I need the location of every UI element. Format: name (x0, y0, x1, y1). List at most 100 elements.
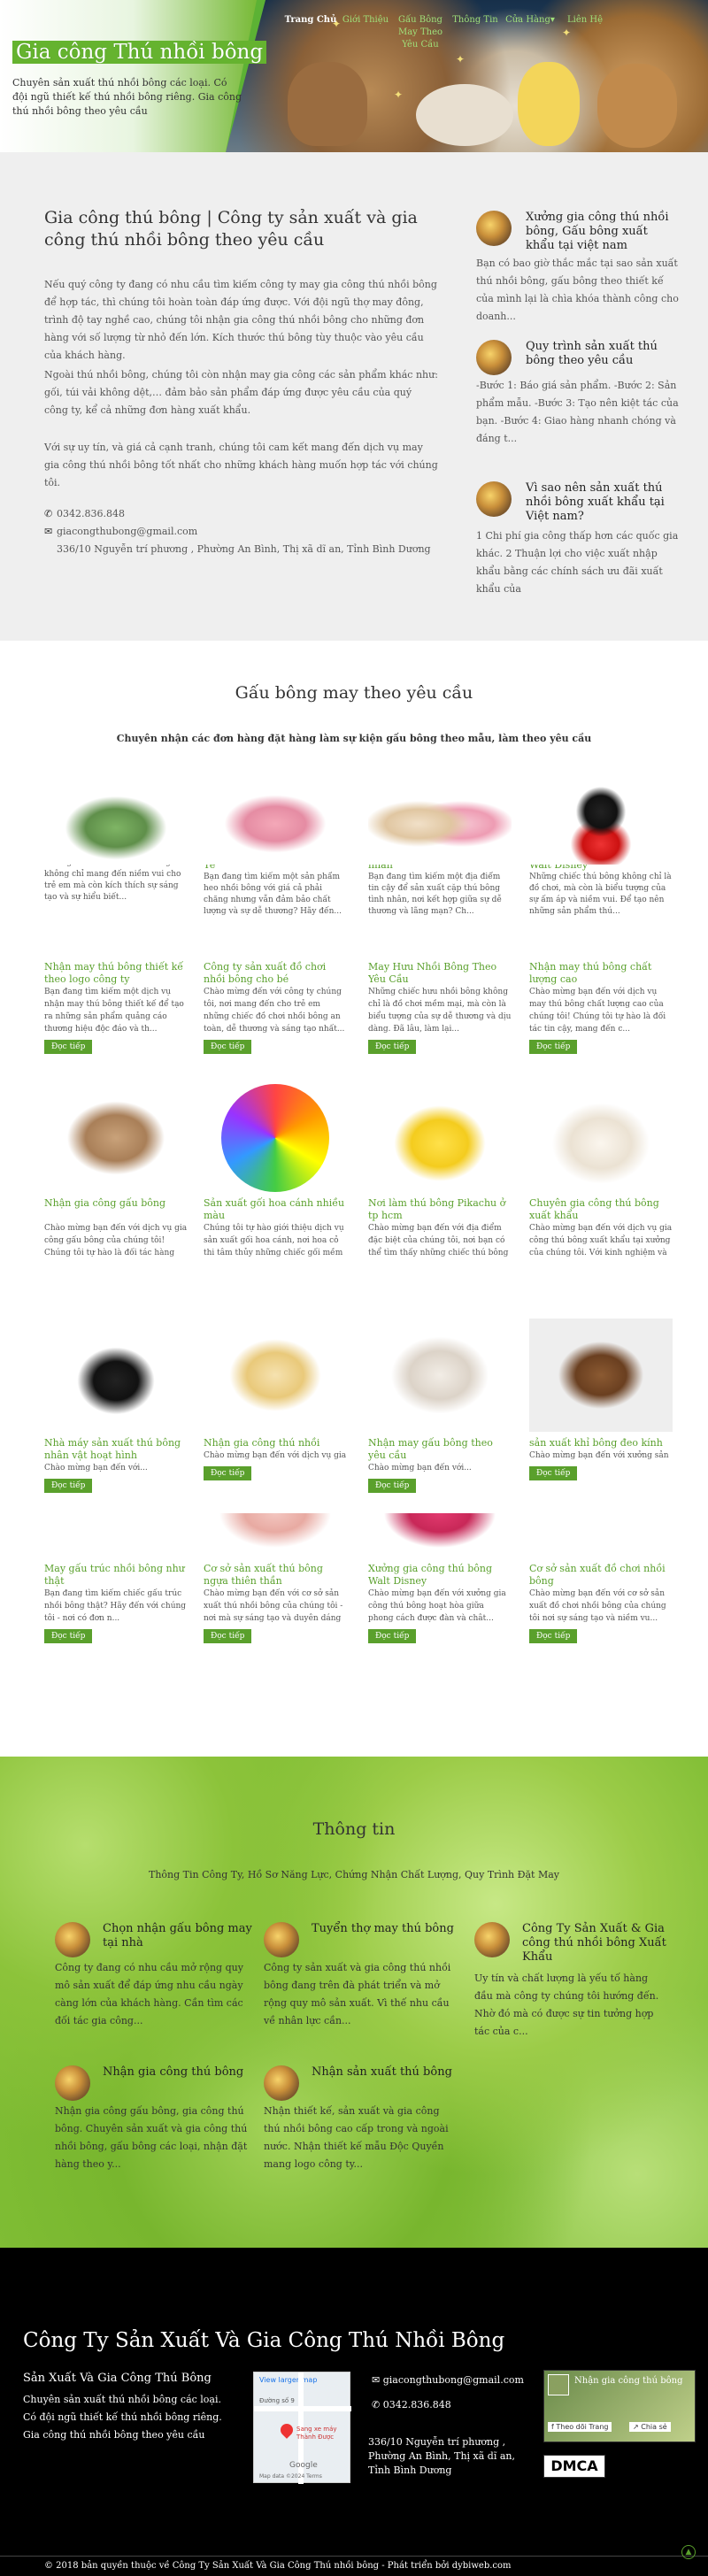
nav-item-shop[interactable]: Cửa Hàng▾ (503, 14, 558, 51)
facebook-page-widget[interactable]: Nhận gia công thú bông f Theo dõi Trang … (543, 2370, 696, 2442)
product-title[interactable]: sản xuất khỉ bông đeo kính (529, 1437, 673, 1449)
product-title[interactable]: Nhận may thú bông chất lượng cao (529, 961, 673, 986)
product-card[interactable]: Nhận may thú bông thiết kế theo logo côn… (44, 956, 188, 1054)
product-title[interactable]: Nhà máy sản xuất thú bông nhân vật hoạt … (44, 1437, 188, 1462)
read-more-button[interactable]: Đọc tiếp (204, 1040, 252, 1054)
product-title[interactable]: Sản xuất gối hoa cánh nhiều màu (204, 1197, 347, 1222)
info-post-title[interactable]: Tuyển thợ may thú bông (312, 1922, 466, 1936)
product-title[interactable]: Nơi làm thú bông Pikachu ở tp hcm (368, 1197, 512, 1222)
product-image-couple-bears[interactable] (368, 783, 512, 865)
product-card[interactable]: sản xuất khỉ bông đeo kính Chào mừng bạn… (529, 1319, 673, 1480)
side-post-title[interactable]: Quy trình sản xuất thú bông theo yêu cầu (526, 340, 676, 368)
post-thumbnail[interactable] (474, 1922, 510, 1957)
read-more-button[interactable]: Đọc tiếp (44, 1040, 93, 1054)
product-card[interactable]: Nơi làm thú bông Pikachu ở tp hcm Chào m… (368, 1084, 512, 1259)
product-title[interactable]: Chuyên gia công thú bông xuất khẩu (529, 1197, 673, 1222)
product-image-chick[interactable] (204, 1319, 347, 1432)
product-card[interactable]: Những chiếc đồ chơi nhồi bông không chỉ … (44, 783, 188, 904)
info-post-title[interactable]: Nhận gia công thú bông (103, 2065, 258, 2080)
product-card[interactable]: Cơ sở sản xuất thú bông ngựa thiên thần … (204, 1513, 347, 1643)
read-more-button[interactable]: Đọc tiếp (368, 1479, 417, 1493)
post-thumbnail[interactable] (476, 481, 512, 517)
info-post-excerpt: Nhận gia công gấu bông, gia công thú bôn… (55, 2105, 248, 2170)
product-image-white-bear[interactable] (368, 1319, 512, 1432)
email-text[interactable]: giacongthubong@gmail.com (57, 526, 197, 537)
info-post-excerpt: Công ty sản xuất và gia công thú nhồi bô… (264, 1962, 451, 2026)
post-thumbnail[interactable] (264, 1922, 299, 1957)
product-title[interactable]: Nhận may thú bông thiết kế theo logo côn… (44, 961, 188, 986)
product-card[interactable]: Nhận gia công gấu bông Chào mừng bạn đến… (44, 1084, 188, 1259)
read-more-button[interactable]: Đọc tiếp (44, 1479, 93, 1493)
map-view-larger-link[interactable]: View larger map (259, 2376, 317, 2384)
read-more-button[interactable]: Đọc tiếp (529, 1040, 578, 1054)
product-image-mickey[interactable] (529, 783, 673, 865)
product-card[interactable]: Công ty sản xuất đồ chơi nhồi bông cho b… (204, 956, 347, 1054)
post-thumbnail[interactable] (55, 2065, 90, 2101)
product-title[interactable]: Nhận may gấu bông theo yêu cầu (368, 1437, 512, 1462)
dmca-badge[interactable]: DMCA (543, 2455, 605, 2478)
product-title[interactable]: Nhận gia công thú nhồi bông (204, 1437, 347, 1449)
product-card[interactable]: Nhận may thú bông chất lượng cao Chào mừ… (529, 956, 673, 1054)
product-card[interactable]: May gấu trúc nhồi bông như thật Bạn đang… (44, 1513, 188, 1643)
product-image-toy[interactable] (529, 1513, 673, 1557)
product-card[interactable]: Cơ sở sản xuất đồ chơi nhồi bông Chào mừ… (529, 1513, 673, 1643)
post-thumbnail[interactable] (476, 340, 512, 375)
product-image-disney[interactable] (368, 1513, 512, 1557)
product-card[interactable]: Nhận gia công thú nhồi bông Chào mừng bạ… (204, 1319, 347, 1480)
info-post-title[interactable]: Chọn nhận gấu bông may tại nhà (103, 1922, 258, 1950)
product-image-angel-horse[interactable] (204, 1513, 347, 1557)
side-post-title[interactable]: Vì sao nên sản xuất thú nhồi bông xuất k… (526, 481, 676, 524)
post-thumbnail[interactable] (264, 2065, 299, 2101)
post-thumbnail[interactable] (476, 211, 512, 246)
nav-item-home[interactable]: Trang Chủ (283, 14, 338, 51)
read-more-button[interactable]: Đọc tiếp (44, 1629, 93, 1643)
read-more-button[interactable]: Đọc tiếp (204, 1629, 252, 1643)
product-image-flower-pillow[interactable] (221, 1084, 329, 1192)
nav-item-info[interactable]: Thông Tin (448, 14, 503, 51)
product-title[interactable]: Xưởng gia công thú bông Walt Disney (368, 1563, 512, 1588)
product-image-monkey[interactable] (529, 1319, 673, 1432)
product-card[interactable]: Nhận may gấu bông theo yêu cầu Chào mừng… (368, 1319, 512, 1493)
product-image-panda[interactable] (44, 1513, 188, 1557)
fb-page-title[interactable]: Nhận gia công thú bông (574, 2376, 689, 2386)
read-more-button[interactable]: Đọc tiếp (204, 1466, 252, 1480)
product-image-teddy[interactable] (44, 1084, 188, 1192)
post-thumbnail[interactable] (55, 1922, 90, 1957)
site-description: Chuyên sản xuất thú nhồi bông các loại. … (12, 77, 242, 117)
google-map-embed[interactable]: View larger map Đường số 9 Sang xe máy T… (253, 2372, 351, 2484)
read-more-button[interactable]: Đọc tiếp (529, 1629, 578, 1643)
product-card[interactable]: Xưởng gia công thú bông Walt Disney Chào… (368, 1513, 512, 1643)
info-post-title[interactable]: Công Ty Sản Xuất & Gia công thú nhồi bôn… (522, 1922, 677, 1965)
product-image-penguin[interactable] (44, 1319, 188, 1432)
nav-item-about[interactable]: Giới Thiệu (338, 14, 393, 51)
product-card[interactable]: Walt Disney Những chiếc thú bông không c… (529, 783, 673, 918)
read-more-button[interactable]: Đọc tiếp (368, 1629, 417, 1643)
product-card[interactable]: Tê Bạn đang tìm kiếm một sản phẩm heo nh… (204, 783, 347, 918)
product-title[interactable]: Công ty sản xuất đồ chơi nhồi bông cho b… (204, 961, 347, 986)
product-image-bunny[interactable] (529, 1084, 673, 1192)
read-more-button[interactable]: Đọc tiếp (529, 1466, 578, 1480)
site-title[interactable]: Gia công Thú nhồi bông (12, 41, 267, 64)
product-image-pikachu[interactable] (368, 1084, 512, 1192)
fb-follow-button[interactable]: f Theo dõi Trang (548, 2422, 612, 2432)
product-title[interactable]: Nhận gia công gấu bông (44, 1197, 188, 1222)
product-title[interactable]: May Hưu Nhồi Bông Theo Yêu Cầu (368, 961, 512, 986)
product-image-frog[interactable] (44, 783, 188, 865)
footer-email-text[interactable]: giacongthubong@gmail.com (383, 2374, 524, 2386)
read-more-button[interactable]: Đọc tiếp (368, 1040, 417, 1054)
product-title[interactable]: May gấu trúc nhồi bông như thật (44, 1563, 188, 1588)
nav-item-contact[interactable]: Liên Hệ (558, 14, 612, 51)
side-post-title[interactable]: Xưởng gia công thú nhồi bông, Gấu bông x… (526, 211, 676, 253)
product-card[interactable]: May Hưu Nhồi Bông Theo Yêu Cầu Những chi… (368, 956, 512, 1054)
product-title[interactable]: Cơ sở sản xuất thú bông ngựa thiên thần (204, 1563, 347, 1588)
back-to-top-button[interactable]: ▲ (681, 2545, 696, 2559)
product-card[interactable]: Nhà máy sản xuất thú bông nhân vật hoạt … (44, 1319, 188, 1493)
product-card[interactable]: Sản xuất gối hoa cánh nhiều màu Chúng tô… (204, 1084, 347, 1259)
product-card[interactable]: nhân Bạn đang tìm kiếm một địa điểm tin … (368, 783, 512, 918)
nav-item-custom-bears[interactable]: Gấu Bông May Theo Yêu Cầu (393, 14, 448, 51)
product-card[interactable]: Chuyên gia công thú bông xuất khẩu Chào … (529, 1084, 673, 1259)
product-image-pig[interactable] (204, 783, 347, 865)
info-post-title[interactable]: Nhận sản xuất thú bông (312, 2065, 466, 2080)
fb-share-button[interactable]: ↗ Chia sẻ (629, 2422, 671, 2432)
product-title[interactable]: Cơ sở sản xuất đồ chơi nhồi bông (529, 1563, 673, 1588)
